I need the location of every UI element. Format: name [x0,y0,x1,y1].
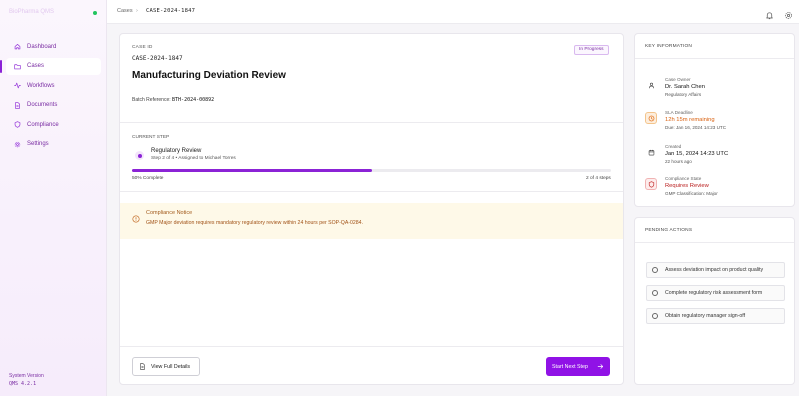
shield-alert-icon [645,178,657,190]
pending-action-item[interactable]: Complete regulatory risk assessment form [646,285,785,301]
current-step-name: Regulatory Review [151,148,202,154]
breadcrumb-current: CASE-2024-1847 [146,8,196,14]
system-version-label: System Version [9,373,44,379]
view-full-details-label: View Full Details [151,363,191,370]
progress-bar [132,169,611,172]
view-full-details-button[interactable]: View Full Details [132,357,200,376]
calendar-icon [645,146,657,158]
case-owner-row: Case Owner Dr. Sarah Chen Regulatory Aff… [645,77,795,101]
sla-due-date: Due: Jan 16, 2024 14:23 UTC [665,125,727,130]
case-id-label: CASE ID [132,45,153,50]
divider [120,191,623,192]
divider [120,346,623,347]
document-icon [14,101,21,109]
user-icon [645,79,657,91]
arrow-right-icon [597,363,604,370]
key-information-title: KEY INFORMATION [645,44,693,49]
sidebar-item-label: Cases [27,63,45,69]
created-row: Created Jan 15, 2024 14:23 UTC 22 hours … [645,144,795,168]
key-information-panel: KEY INFORMATION Case Owner Dr. Sarah Che… [634,33,795,207]
pending-actions-panel: PENDING ACTIONS Assess deviation impact … [634,217,795,385]
compliance-state-row: Compliance State Requires Review GMP Cla… [645,176,795,200]
case-owner-value: Dr. Sarah Chen [665,84,705,90]
checkbox-circle-icon[interactable] [652,313,658,319]
gear-icon[interactable] [784,7,793,19]
pending-actions-title: PENDING ACTIONS [645,228,693,233]
case-card: CASE ID CASE-2024-1847 In Progress Manuf… [119,33,624,385]
compliance-notice-title: Compliance Notice [146,210,193,216]
case-owner-label: Case Owner [665,77,691,82]
sidebar-nav: Dashboard Cases Workflows Documents Comp… [0,38,101,155]
sidebar-item-label: Settings [27,141,49,147]
sidebar-item-settings[interactable]: Settings [6,136,101,153]
sidebar-item-workflows[interactable]: Workflows [6,77,101,94]
sla-deadline-label: SLA Deadline [665,110,693,115]
compliance-state-value: Requires Review [665,183,709,189]
compliance-state-label: Compliance State [665,176,702,181]
alert-circle-icon [132,210,140,223]
document-icon [139,363,146,370]
sidebar-item-compliance[interactable]: Compliance [6,116,101,133]
sla-remaining-value: 12h 15m remaining [665,117,715,123]
current-step-detail: Step 2 of 4 • Assigned to Michael Torres [151,156,236,161]
pending-action-item[interactable]: Assess deviation impact on product quali… [646,262,785,278]
sidebar-item-dashboard[interactable]: Dashboard [6,38,101,55]
pending-action-item[interactable]: Obtain regulatory manager sign-off [646,308,785,324]
batch-reference-label: Batch Reference: [132,97,173,103]
pending-action-label: Complete regulatory risk assessment form [665,290,763,296]
created-relative: 22 hours ago [665,159,692,164]
compliance-notice-text: GMP Major deviation requires mandatory r… [146,220,364,226]
page-title: Manufacturing Deviation Review [132,70,286,81]
checkbox-circle-icon[interactable] [652,290,658,296]
sidebar-item-cases[interactable]: Cases [0,57,101,75]
sidebar-item-documents[interactable]: Documents [6,97,101,114]
batch-reference: Batch Reference: BTH-2024-00892 [132,97,214,103]
progress-percent-text: 50% Complete [132,176,164,181]
sidebar: BioPharma QMS Dashboard Cases Workflows … [0,0,107,396]
sidebar-item-label: Documents [27,102,58,108]
created-label: Created [665,144,682,149]
compliance-notice: Compliance Notice GMP Major deviation re… [120,203,623,239]
step-indicator-icon [135,151,144,160]
pending-action-label: Obtain regulatory manager sign-off [665,313,746,319]
status-badge: In Progress [574,45,609,55]
created-value: Jan 15, 2024 14:23 UTC [665,151,729,157]
system-version-value: QMS 4.2.1 [9,381,37,387]
online-status-dot [93,11,97,15]
topbar: Cases › CASE-2024-1847 [107,0,799,24]
case-owner-department: Regulatory Affairs [665,92,702,97]
case-id: CASE-2024-1847 [132,55,183,62]
clock-icon [645,112,657,124]
start-next-step-button[interactable]: Start Next Step [546,357,610,376]
checkbox-circle-icon[interactable] [652,267,658,273]
sidebar-item-label: Dashboard [27,43,57,50]
divider [635,58,794,59]
sidebar-item-label: Compliance [27,121,59,128]
app-brand: BioPharma QMS [9,9,55,15]
sidebar-item-label: Workflows [27,82,55,89]
current-step-label: CURRENT STEP [132,135,170,140]
home-icon [14,43,21,50]
progress-steps-text: 2 of 4 steps [586,176,611,181]
shield-icon [14,121,21,128]
bell-icon[interactable] [765,7,774,20]
progress-bar-fill [132,169,372,172]
folder-icon [14,63,21,70]
batch-reference-value: BTH-2024-00892 [172,97,215,103]
breadcrumb-cases-link[interactable]: Cases [117,8,133,14]
gmp-classification: GMP Classification: Major [665,191,718,196]
breadcrumb-separator: › [136,8,138,14]
activity-icon [14,82,21,89]
gear-icon [14,141,21,148]
start-next-step-label: Start Next Step [552,363,588,370]
divider [635,242,794,243]
sla-deadline-row: SLA Deadline 12h 15m remaining Due: Jan … [645,110,795,134]
divider [120,122,623,123]
pending-action-label: Assess deviation impact on product quali… [665,267,764,273]
